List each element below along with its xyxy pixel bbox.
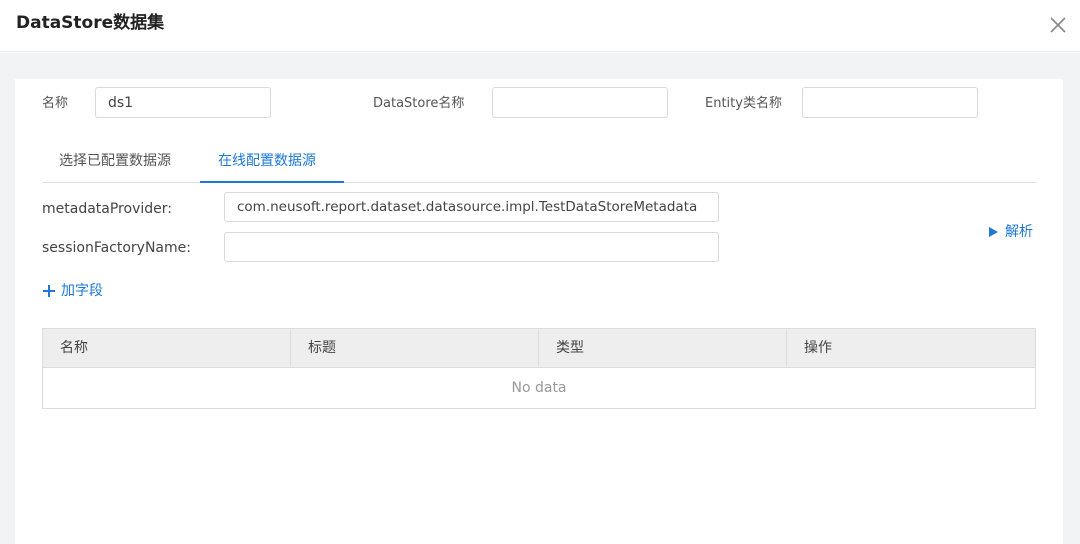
tab-active-indicator <box>200 181 344 183</box>
triangle-right-icon <box>989 227 998 237</box>
close-icon[interactable] <box>1046 13 1070 37</box>
add-field-label: 加字段 <box>61 283 103 299</box>
tab-divider <box>42 182 1036 183</box>
entity-name-input[interactable] <box>802 87 978 118</box>
table-empty-text: No data <box>511 380 567 396</box>
fields-table: 名称 标题 类型 操作 No data <box>42 328 1036 409</box>
dialog-header: DataStore数据集 <box>0 0 1080 52</box>
plus-icon <box>43 285 55 297</box>
metadata-provider-input[interactable] <box>224 192 719 222</box>
parse-label: 解析 <box>1005 224 1033 240</box>
add-field-button[interactable]: 加字段 <box>42 281 103 301</box>
column-header-type: 类型 <box>539 329 787 367</box>
name-input[interactable] <box>95 87 271 118</box>
metadata-provider-label: metadataProvider: <box>42 201 172 217</box>
datastore-name-label: DataStore名称 <box>373 96 465 111</box>
table-header: 名称 标题 类型 操作 <box>43 329 1035 368</box>
tab-online-config-source[interactable]: 在线配置数据源 <box>218 151 316 171</box>
datastore-name-input[interactable] <box>492 87 668 118</box>
session-factory-label: sessionFactoryName: <box>42 240 191 256</box>
name-label: 名称 <box>42 96 69 111</box>
column-header-action: 操作 <box>804 340 832 356</box>
session-factory-input[interactable] <box>224 232 719 262</box>
tab-select-configured-source[interactable]: 选择已配置数据源 <box>59 151 171 171</box>
dialog-title: DataStore数据集 <box>16 13 165 33</box>
entity-name-label: Entity类名称 <box>705 96 782 111</box>
column-header-title: 标题 <box>291 329 539 367</box>
column-header-name: 名称 <box>43 329 291 367</box>
parse-button[interactable]: 解析 <box>987 222 1033 242</box>
dialog-body: 名称 DataStore名称 Entity类名称 选择已配置数据源 在线配置数据… <box>15 79 1063 544</box>
